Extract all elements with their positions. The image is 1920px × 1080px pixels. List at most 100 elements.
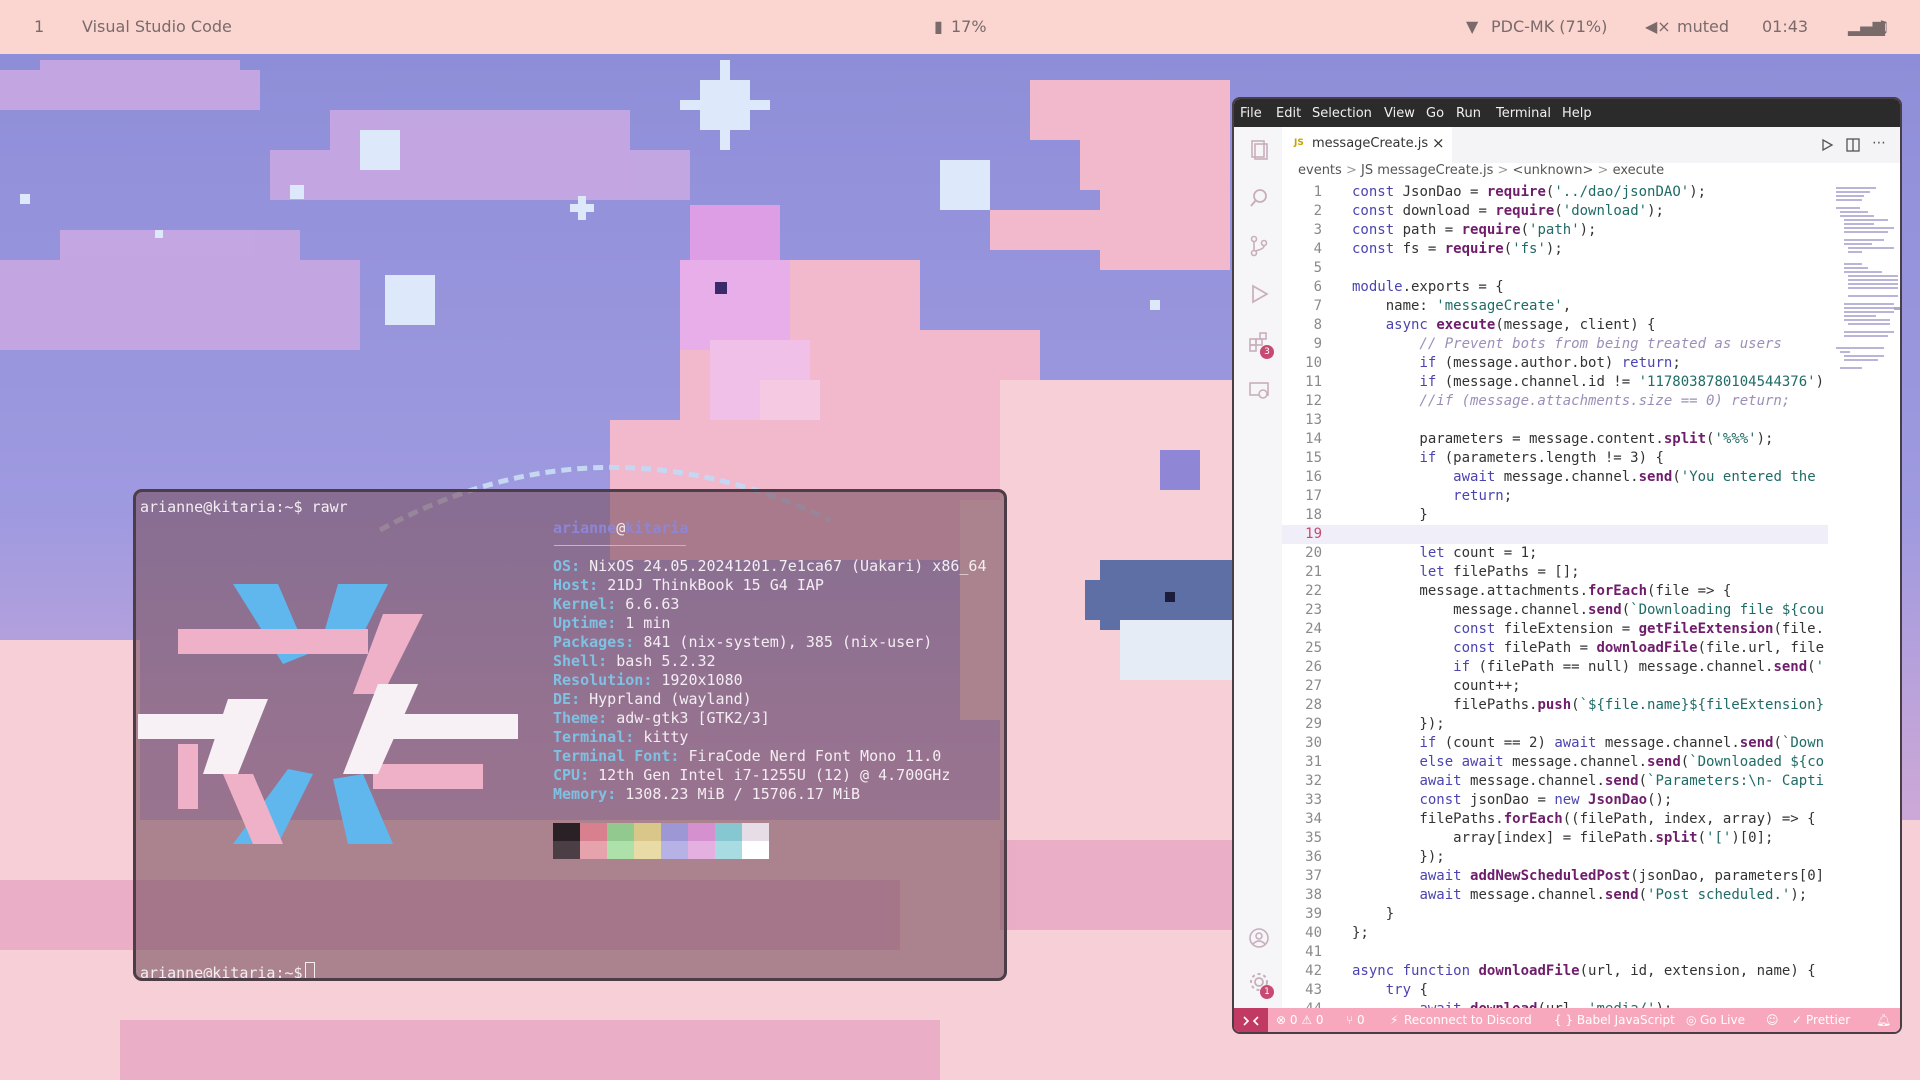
code-text: //if (message.attachments.size == 0) ret… (1352, 393, 1791, 409)
code-line[interactable]: 22 message.attachments.forEach(file => { (1282, 582, 1828, 601)
network-status[interactable]: PDC-MK (71%) (1491, 17, 1607, 36)
breadcrumb-symbol[interactable]: <unknown> (1513, 163, 1594, 178)
discord-reconnect[interactable]: Reconnect to Discord (1404, 1013, 1532, 1027)
code-line[interactable]: 38 await message.channel.send('Post sche… (1282, 886, 1828, 905)
code-line[interactable]: 13 (1282, 411, 1828, 430)
prettier-status[interactable]: Prettier (1806, 1013, 1850, 1027)
line-number: 42 (1305, 963, 1322, 979)
code-line[interactable]: 34 filePaths.forEach((filePath, index, a… (1282, 810, 1828, 829)
breadcrumb-method[interactable]: execute (1613, 163, 1665, 178)
feedback-icon[interactable]: ☺ (1766, 1013, 1779, 1027)
code-line[interactable]: 35 array[index] = filePath.split('[')[0]… (1282, 829, 1828, 848)
remote-explorer-icon[interactable] (1248, 379, 1270, 401)
notifications-icon[interactable]: 🔔︎ (1876, 1013, 1891, 1027)
line-number: 12 (1305, 393, 1322, 409)
ports-indicator[interactable]: ⑂ 0 (1346, 1013, 1365, 1027)
system-info-key: Uptime (553, 614, 608, 632)
code-line[interactable]: 12 //if (message.attachments.size == 0) … (1282, 392, 1828, 411)
notifications-bell-icon[interactable]: ♫ (1875, 17, 1889, 36)
code-line[interactable]: 23 message.channel.send(`Downloading fil… (1282, 601, 1828, 620)
menu-edit[interactable]: Edit (1276, 106, 1301, 121)
code-line[interactable]: 1 const JsonDao = require('../dao/jsonDAO… (1282, 183, 1828, 202)
code-line[interactable]: 8 async execute(message, client) { (1282, 316, 1828, 335)
system-info-colon: : (607, 785, 626, 803)
code-line[interactable]: 29 }); (1282, 715, 1828, 734)
code-line[interactable]: 11 if (message.channel.id != '1178038780… (1282, 373, 1828, 392)
tab-label: messageCreate.js (1312, 136, 1429, 151)
breadcrumb-file[interactable]: JS messageCreate.js (1361, 163, 1493, 178)
more-actions-icon[interactable]: ⋯ (1872, 135, 1886, 151)
code-line[interactable]: 41 (1282, 943, 1828, 962)
code-line[interactable]: 6 module.exports = { (1282, 278, 1828, 297)
vscode-window[interactable]: File Edit Selection View Go Run Terminal… (1232, 97, 1902, 1034)
code-line[interactable]: 37 await addNewScheduledPost(jsonDao, pa… (1282, 867, 1828, 886)
code-line[interactable]: 3 const path = require('path'); (1282, 221, 1828, 240)
accounts-icon[interactable] (1248, 927, 1270, 949)
menu-run[interactable]: Run (1456, 106, 1481, 121)
system-info-value: 21DJ ThinkBook 15 G4 IAP (607, 576, 824, 594)
code-line[interactable]: 25 const filePath = downloadFile(file.ur… (1282, 639, 1828, 658)
run-file-icon[interactable] (1820, 138, 1834, 152)
code-line[interactable]: 20 let count = 1; (1282, 544, 1828, 563)
menu-go[interactable]: Go (1426, 106, 1444, 121)
code-line[interactable]: 26 if (filePath == null) message.channel… (1282, 658, 1828, 677)
menu-file[interactable]: File (1240, 106, 1262, 121)
kitty-terminal-window[interactable]: arianne@kitaria:~$ rawr arianne@kitaria … (133, 489, 1007, 981)
code-line[interactable]: 30 if (count == 2) await message.channel… (1282, 734, 1828, 753)
language-mode[interactable]: { } Babel JavaScript (1554, 1013, 1675, 1027)
code-line[interactable]: 19 (1282, 525, 1828, 544)
code-line[interactable]: 5 (1282, 259, 1828, 278)
code-line[interactable]: 7 name: 'messageCreate', (1282, 297, 1828, 316)
code-line[interactable]: 44 await download(url, 'media/'); (1282, 1000, 1828, 1008)
code-line[interactable]: 42 async function downloadFile(url, id, e… (1282, 962, 1828, 981)
system-info-row: Memory: 1308.23 MiB / 15706.17 MiB (553, 785, 986, 804)
code-line[interactable]: 43 try { (1282, 981, 1828, 1000)
code-text: await message.channel.send('Post schedul… (1419, 887, 1808, 903)
code-line[interactable]: 2 const download = require('download'); (1282, 202, 1828, 221)
code-line[interactable]: 4 const fs = require('fs'); (1282, 240, 1828, 259)
code-line[interactable]: 40}; (1282, 924, 1828, 943)
menu-selection[interactable]: Selection (1312, 106, 1372, 121)
code-text: } (1352, 507, 1428, 523)
workspace-indicator[interactable]: 1 (34, 17, 44, 36)
code-line[interactable]: 24 const fileExtension = getFileExtensio… (1282, 620, 1828, 639)
problems-indicator[interactable]: ⊗ 0 ⚠ 0 (1276, 1013, 1324, 1027)
volume-status[interactable]: muted (1677, 17, 1729, 36)
line-number: 2 (1313, 203, 1322, 219)
breadcrumb-folder[interactable]: events (1298, 163, 1342, 178)
menu-view[interactable]: View (1384, 106, 1415, 121)
code-line[interactable]: 15 if (parameters.length != 3) { (1282, 449, 1828, 468)
code-text: } (1352, 906, 1395, 922)
terminal-prompt[interactable]: arianne@kitaria:~$ (140, 962, 315, 978)
line-number: 29 (1305, 716, 1322, 732)
tab-messagecreate[interactable]: JS messageCreate.js × (1282, 127, 1452, 163)
code-line[interactable]: 32 await message.channel.send(`Parameter… (1282, 772, 1828, 791)
code-line[interactable]: 33 const jsonDao = new JsonDao(); (1282, 791, 1828, 810)
minimap[interactable] (1828, 183, 1902, 1008)
source-control-icon[interactable] (1248, 235, 1270, 257)
run-debug-icon[interactable] (1248, 283, 1270, 305)
code-line[interactable]: 18 } (1282, 506, 1828, 525)
code-line[interactable]: 14 parameters = message.content.split('%… (1282, 430, 1828, 449)
split-editor-icon[interactable] (1846, 138, 1860, 152)
code-line[interactable]: 10 if (message.author.bot) return; (1282, 354, 1828, 373)
code-line[interactable]: 39 } (1282, 905, 1828, 924)
code-line[interactable]: 9 // Prevent bots from being treated as … (1282, 335, 1828, 354)
code-line[interactable]: 28 filePaths.push(`${file.name}${fileExt… (1282, 696, 1828, 715)
explorer-files-icon[interactable] (1248, 139, 1270, 161)
code-line[interactable]: 31 else await message.channel.send(`Down… (1282, 753, 1828, 772)
code-line[interactable]: 36 }); (1282, 848, 1828, 867)
code-line[interactable]: 21 let filePaths = []; (1282, 563, 1828, 582)
go-live-button[interactable]: Go Live (1700, 1013, 1745, 1027)
code-editor[interactable]: 1 const JsonDao = require('../dao/jsonDAO… (1282, 183, 1828, 1008)
line-number: 9 (1313, 336, 1322, 352)
menu-terminal[interactable]: Terminal (1496, 106, 1551, 121)
search-icon[interactable] (1248, 187, 1270, 209)
code-line[interactable]: 16 await message.channel.send('You enter… (1282, 468, 1828, 487)
code-line[interactable]: 27 count++; (1282, 677, 1828, 696)
code-text: await message.channel.send(`Parameters:\… (1419, 773, 1825, 789)
menu-help[interactable]: Help (1562, 106, 1592, 121)
tab-close-icon[interactable]: × (1432, 134, 1445, 152)
remote-indicator[interactable] (1234, 1008, 1268, 1032)
code-line[interactable]: 17 return; (1282, 487, 1828, 506)
